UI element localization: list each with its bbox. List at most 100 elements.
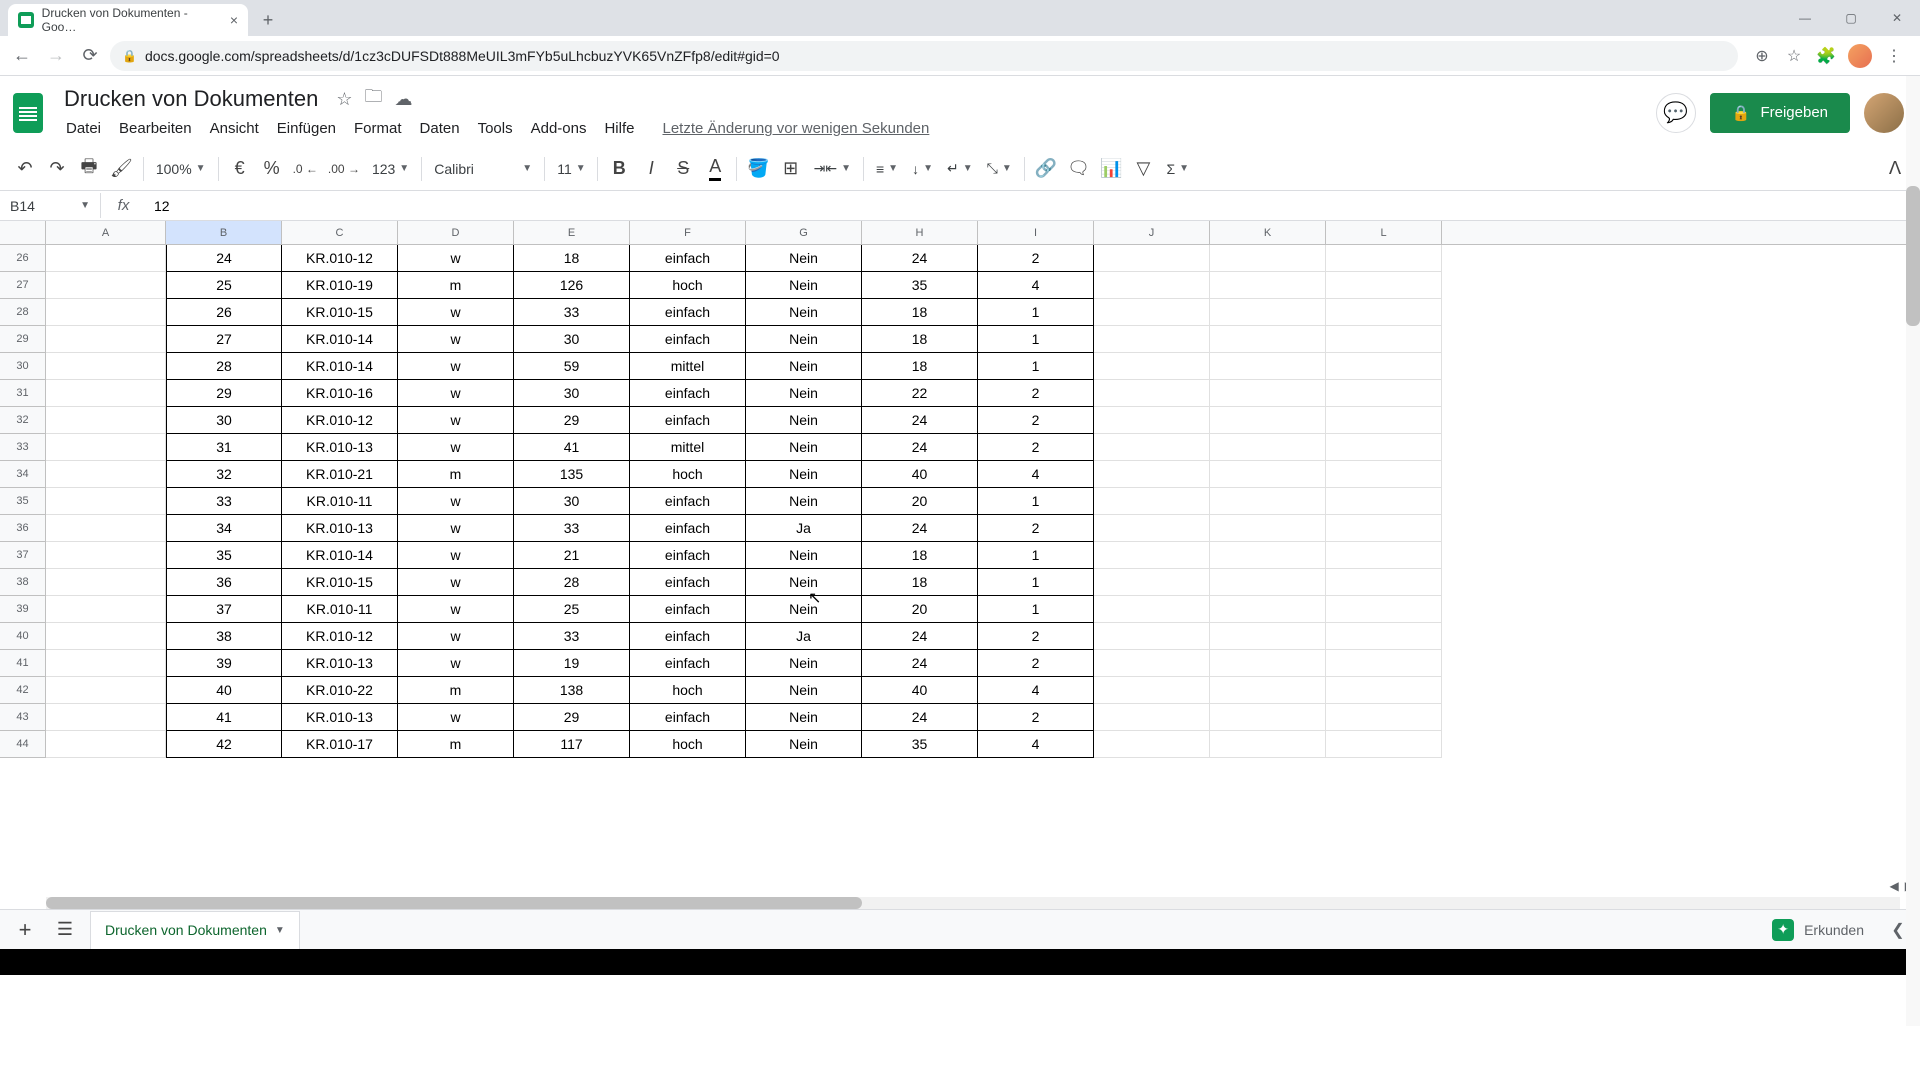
cell[interactable]: 24 (862, 650, 978, 677)
cell[interactable]: einfach (630, 569, 746, 596)
cell[interactable] (1210, 704, 1326, 731)
cell[interactable]: KR.010-11 (282, 596, 398, 623)
cell[interactable]: 38 (166, 623, 282, 650)
cell[interactable] (46, 650, 166, 677)
cell[interactable]: Nein (746, 569, 862, 596)
row-header[interactable]: 42 (0, 677, 46, 704)
cell[interactable]: 18 (862, 299, 978, 326)
sheet-tab[interactable]: Drucken von Dokumenten ▼ (90, 911, 300, 949)
paint-format-button[interactable]: 🖌 (106, 154, 137, 184)
cell[interactable]: Nein (746, 272, 862, 299)
cell[interactable]: Nein (746, 677, 862, 704)
insert-link-button[interactable]: 🔗 (1031, 154, 1061, 184)
row-header[interactable]: 35 (0, 488, 46, 515)
text-color-button[interactable]: A (700, 154, 730, 184)
zoom-icon[interactable]: ⊕ (1752, 46, 1772, 66)
cell[interactable] (1094, 461, 1210, 488)
col-header-I[interactable]: I (978, 221, 1094, 244)
cell[interactable]: mittel (630, 434, 746, 461)
cell[interactable]: 40 (166, 677, 282, 704)
cell[interactable]: Nein (746, 380, 862, 407)
cell[interactable] (1326, 488, 1442, 515)
borders-button[interactable]: ⊞ (776, 154, 806, 184)
cell[interactable]: w (398, 623, 514, 650)
cell[interactable]: 1 (978, 569, 1094, 596)
cell[interactable] (1326, 515, 1442, 542)
cell[interactable]: 27 (166, 326, 282, 353)
cell[interactable]: 4 (978, 272, 1094, 299)
cell[interactable]: 18 (862, 326, 978, 353)
col-header-H[interactable]: H (862, 221, 978, 244)
row-header[interactable]: 33 (0, 434, 46, 461)
bookmark-icon[interactable]: ☆ (1784, 46, 1804, 66)
cell[interactable]: Nein (746, 245, 862, 272)
cell[interactable] (46, 299, 166, 326)
cell[interactable] (1326, 272, 1442, 299)
last-edit-link[interactable]: Letzte Änderung vor wenigen Sekunden (654, 116, 937, 141)
wrap-button[interactable]: ↵▼ (941, 160, 979, 177)
cell[interactable]: 28 (514, 569, 630, 596)
profile-avatar-icon[interactable] (1848, 44, 1872, 68)
cell[interactable]: w (398, 704, 514, 731)
row-header[interactable]: 43 (0, 704, 46, 731)
row-header[interactable]: 41 (0, 650, 46, 677)
row-header[interactable]: 39 (0, 596, 46, 623)
browser-tab[interactable]: Drucken von Dokumenten - Goo… × (8, 4, 248, 36)
cell[interactable]: 24 (862, 623, 978, 650)
cell[interactable] (46, 326, 166, 353)
cell[interactable] (46, 704, 166, 731)
currency-button[interactable]: € (225, 154, 255, 184)
col-header-J[interactable]: J (1094, 221, 1210, 244)
cell[interactable]: KR.010-12 (282, 623, 398, 650)
cell[interactable] (1094, 731, 1210, 758)
cell[interactable]: einfach (630, 407, 746, 434)
cell[interactable]: Ja (746, 515, 862, 542)
redo-button[interactable]: ↷ (42, 154, 72, 184)
star-icon[interactable]: ☆ (336, 89, 352, 110)
cell[interactable]: 2 (978, 245, 1094, 272)
cell[interactable]: 31 (166, 434, 282, 461)
cell[interactable] (1094, 677, 1210, 704)
cell[interactable]: KR.010-17 (282, 731, 398, 758)
chevron-down-icon[interactable]: ▼ (275, 925, 285, 936)
font-size-select[interactable]: 11▼ (551, 161, 591, 177)
cell[interactable] (1210, 326, 1326, 353)
forward-button[interactable]: → (42, 42, 70, 70)
cell[interactable] (1210, 434, 1326, 461)
cell[interactable]: Nein (746, 704, 862, 731)
menu-tools[interactable]: Tools (470, 116, 521, 141)
url-input[interactable]: 🔒 docs.google.com/spreadsheets/d/1cz3cDU… (110, 41, 1738, 71)
cell[interactable]: KR.010-12 (282, 407, 398, 434)
cell[interactable]: KR.010-19 (282, 272, 398, 299)
font-select[interactable]: Calibri▼ (428, 161, 538, 177)
insert-chart-button[interactable]: 📊 (1096, 154, 1126, 184)
cell[interactable]: KR.010-14 (282, 326, 398, 353)
col-header-G[interactable]: G (746, 221, 862, 244)
cell[interactable] (46, 542, 166, 569)
cell[interactable]: 35 (862, 272, 978, 299)
cell[interactable]: 37 (166, 596, 282, 623)
cell[interactable] (1094, 704, 1210, 731)
cell[interactable]: w (398, 326, 514, 353)
menu-bearbeiten[interactable]: Bearbeiten (111, 116, 200, 141)
cell[interactable]: 30 (514, 326, 630, 353)
strikethrough-button[interactable]: S (668, 154, 698, 184)
cell[interactable]: 30 (514, 380, 630, 407)
cell[interactable]: Nein (746, 596, 862, 623)
row-header[interactable]: 40 (0, 623, 46, 650)
all-sheets-button[interactable]: ☰ (50, 915, 80, 945)
cell[interactable]: w (398, 245, 514, 272)
insert-comment-button[interactable]: 🗨 (1063, 154, 1094, 184)
decrease-decimals-button[interactable]: .0 ← (289, 154, 322, 184)
reload-button[interactable]: ⟳ (76, 42, 104, 70)
cell[interactable] (1210, 272, 1326, 299)
menu-hilfe[interactable]: Hilfe (596, 116, 642, 141)
cell[interactable]: 30 (514, 488, 630, 515)
new-tab-button[interactable]: + (254, 6, 282, 34)
cell[interactable] (46, 623, 166, 650)
cell[interactable]: 19 (514, 650, 630, 677)
col-header-K[interactable]: K (1210, 221, 1326, 244)
print-button[interactable]: 🖶 (74, 154, 104, 184)
browser-menu-icon[interactable]: ⋮ (1884, 46, 1904, 66)
cell[interactable]: 24 (862, 515, 978, 542)
